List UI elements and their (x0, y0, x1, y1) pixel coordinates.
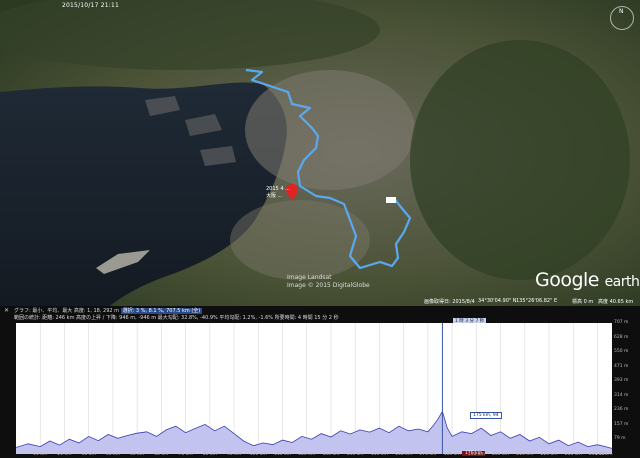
x-tick-label: 150 km (370, 452, 388, 457)
x-tick-label: 180 km (443, 452, 461, 457)
time-slider-label: 2015/10/17 21:11 (62, 2, 119, 9)
imagery-credit: Image Landsat Image © 2015 DigitalGlobe (287, 274, 370, 290)
elevation-profile-panel: ✕ グラフ: 最小、平均、最大 高度: 1, 18, 292 m 選択: 3 %… (0, 306, 640, 458)
status-bar: 画像取得日: 2015/8/4 34°30'04.90" N 135°26'06… (0, 298, 640, 306)
x-tick-label: 230 km (564, 452, 582, 457)
x-tick-label-end: 246 km (595, 452, 613, 457)
imagery-credit-line1: Image Landsat (287, 274, 332, 281)
x-tick-label: 30 km (81, 452, 96, 457)
imagery-date: 画像取得日: 2015/8/4 (424, 299, 475, 305)
x-tick-label: 140 km (346, 452, 364, 457)
x-tick-label: 10 km (33, 452, 48, 457)
x-tick-label: 50 km (130, 452, 145, 457)
elevation-chart-svg[interactable] (15, 323, 613, 454)
urban-area (245, 70, 415, 190)
x-tick-label: 220 km (540, 452, 558, 457)
mountains-east (410, 40, 630, 280)
cursor-tooltip: 175 km, 94 (470, 412, 502, 419)
elevation-readout: 標高 0 m (572, 299, 594, 305)
x-tick-label: 170 km (419, 452, 437, 457)
elevation-area (16, 411, 612, 454)
logo-google: Google (535, 269, 600, 291)
time-slider[interactable]: 2015/10/17 21:11 (0, 0, 150, 16)
x-tick-label: 100 km (249, 452, 267, 457)
imagery-credit-line2: Image © 2015 DigitalGlobe (287, 282, 370, 289)
x-tick-label: 200 km (492, 452, 510, 457)
urban-area-south (230, 200, 370, 280)
latitude-readout: 34°30'04.90" N (478, 298, 517, 304)
x-tick-label: 20 km (57, 452, 72, 457)
logo-earth: earth (604, 274, 640, 290)
profile-summary: グラフ: 最小、平均、最大 高度: 1, 18, 292 m 選択: 3 %, … (14, 307, 203, 314)
longitude-readout: 135°26'06.82" E (516, 298, 558, 304)
compass-icon[interactable]: N (610, 6, 634, 30)
x-tick-label: 190 km (467, 452, 485, 457)
y-tick-label: 79 m (614, 436, 626, 442)
eye-altitude-readout: 高度 40.65 km (598, 299, 634, 305)
x-tick-label: 160 km (395, 452, 413, 457)
y-tick-label: 314 m (614, 392, 629, 398)
y-tick-label: 236 m (614, 407, 629, 413)
y-tick-label: 393 m (614, 378, 629, 384)
x-tick-label: 110 km (273, 452, 292, 457)
y-tick-label: 628 m (614, 334, 629, 340)
google-earth-logo: Google earth (535, 269, 640, 291)
x-tick-label: 120 km (298, 452, 316, 457)
x-tick-label: 210 km (516, 452, 534, 457)
x-tick-label: 60 km (154, 452, 169, 457)
y-tick-label: 550 m (614, 349, 629, 355)
compass-north-label: N (619, 8, 624, 15)
profile-range-stats: 範囲の統計: 距離: 246 km 高度の上昇 / 下降: 946 m, -94… (14, 315, 339, 321)
y-tick-label: 157 m (614, 421, 629, 427)
satellite-imagery[interactable] (0, 0, 640, 306)
x-tick-label: 90 km (226, 452, 242, 457)
x-tick-label: 40 km (105, 452, 120, 457)
track-start-marker[interactable] (386, 197, 396, 203)
x-tick-label: 70 km (178, 452, 193, 457)
map-view[interactable]: 2015/10/17 21:11 N 2015 4 ... 大阪 ... Ima… (0, 0, 640, 306)
pin-label-2: 大阪 ... (266, 193, 283, 199)
y-tick-label: 471 m (614, 363, 629, 369)
x-tick-label: 130 km (322, 452, 340, 457)
y-tick-label: 707 m (614, 320, 629, 325)
close-icon[interactable]: ✕ (4, 307, 9, 314)
x-tick-label: 80 km (202, 452, 217, 457)
elevation-chart[interactable] (15, 323, 613, 454)
